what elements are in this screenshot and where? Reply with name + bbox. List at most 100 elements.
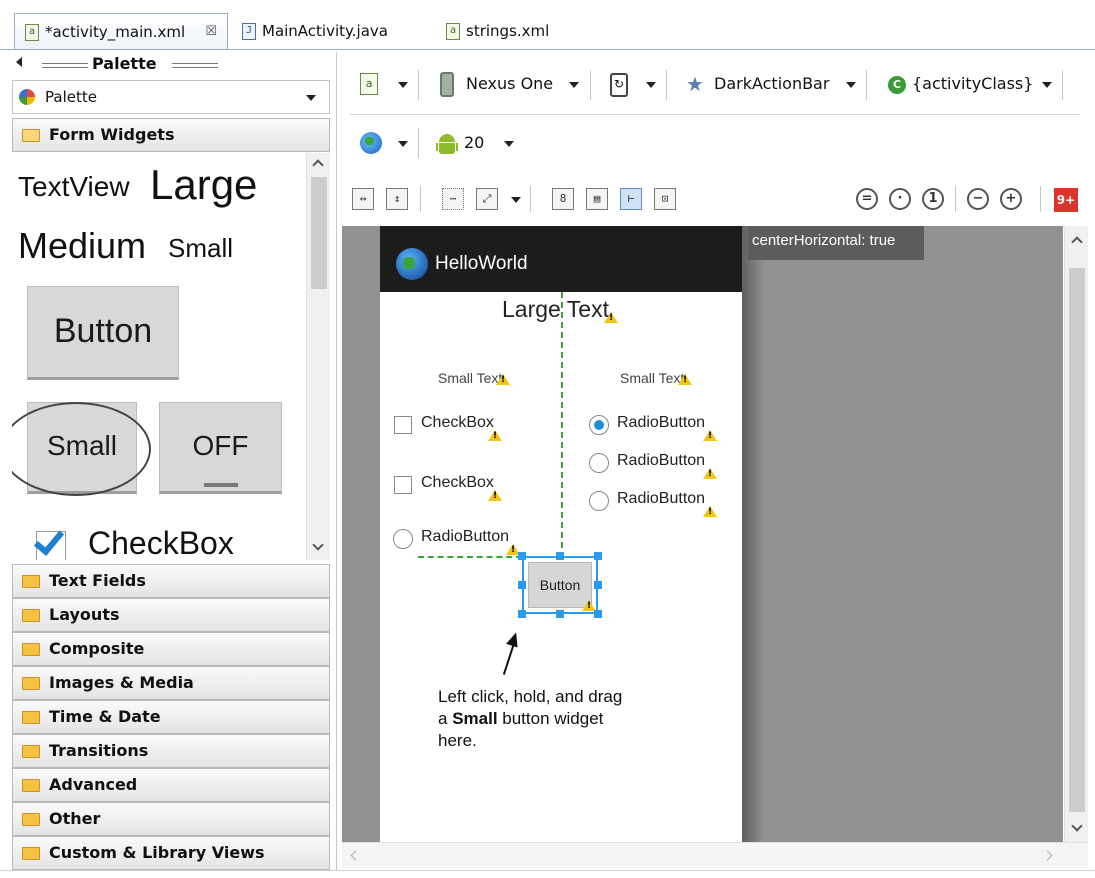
radio-icon[interactable] — [589, 453, 609, 473]
align-left-icon[interactable]: ⊢ — [620, 188, 642, 210]
zoom-real-size-icon[interactable]: · — [889, 188, 911, 210]
canvas-vertical-scrollbar[interactable] — [1064, 226, 1088, 842]
notification-badge[interactable]: 9+ — [1054, 188, 1078, 212]
drag-handle-icon[interactable] — [172, 63, 218, 68]
tab-strings-xml[interactable]: a strings.xml — [436, 13, 549, 49]
preview-checkbox-2[interactable]: CheckBox — [421, 474, 494, 492]
folder-icon — [22, 609, 40, 622]
zoom-out-icon[interactable]: − — [967, 188, 989, 210]
preview-checkbox-icon[interactable] — [394, 416, 412, 434]
zoom-fit-icon[interactable]: = — [856, 188, 878, 210]
category-advanced[interactable]: Advanced — [12, 768, 330, 802]
chevron-down-icon[interactable] — [646, 82, 656, 88]
category-other[interactable]: Other — [12, 802, 330, 836]
api-level-select[interactable]: 20 — [464, 132, 484, 154]
scroll-left-icon[interactable] — [350, 850, 361, 861]
palette-mode-select[interactable]: Palette — [12, 80, 330, 114]
scrollbar-thumb[interactable] — [1069, 268, 1085, 812]
category-time-date[interactable]: Time & Date — [12, 700, 330, 734]
chevron-down-icon[interactable] — [846, 82, 856, 88]
radio-selected-icon[interactable] — [589, 415, 609, 435]
show-bounds-icon[interactable]: ⋯ — [442, 188, 464, 210]
canvas-horizontal-scrollbar[interactable] — [342, 842, 1088, 868]
fit-height-icon[interactable]: ↕ — [386, 188, 408, 210]
tab-main-activity-java[interactable]: J MainActivity.java — [232, 13, 388, 49]
checkbox-checked-icon[interactable] — [33, 524, 66, 560]
preview-large-text[interactable]: Large Text — [502, 296, 609, 323]
scroll-up-icon[interactable] — [312, 159, 324, 171]
category-form-widgets[interactable]: Form Widgets — [12, 118, 330, 152]
chevron-down-icon[interactable] — [306, 95, 316, 101]
folder-icon — [22, 745, 40, 758]
preview-checkbox-1[interactable]: CheckBox — [421, 414, 494, 432]
toolbar-separator — [418, 70, 419, 100]
close-tab-icon[interactable]: ☒ — [205, 14, 217, 50]
drag-handle-icon[interactable] — [42, 63, 88, 68]
widget-small-text[interactable]: Small — [168, 233, 233, 264]
radio-icon[interactable] — [393, 529, 413, 549]
chevron-down-icon[interactable] — [511, 197, 521, 203]
tab-activity-main-xml[interactable]: a *activity_main.xml ☒ — [14, 13, 228, 49]
scroll-right-icon[interactable] — [1042, 850, 1053, 861]
margins-icon[interactable]: 8 — [552, 188, 574, 210]
preview-small-text-left[interactable]: Small Text — [438, 370, 502, 386]
widget-large-text[interactable]: Large — [150, 161, 257, 209]
scrollbar-thumb[interactable] — [311, 177, 327, 289]
preview-radio-2[interactable]: RadioButton — [617, 452, 705, 470]
resize-handle[interactable] — [556, 610, 564, 618]
resize-icon[interactable]: ⤢ — [476, 188, 498, 210]
category-text-fields[interactable]: Text Fields — [12, 564, 330, 598]
resize-handle[interactable] — [556, 552, 564, 560]
palette-scrollbar[interactable] — [306, 153, 330, 560]
toolbar-separator — [530, 186, 531, 212]
category-layouts[interactable]: Layouts — [12, 598, 330, 632]
zoom-in-icon[interactable]: + — [1000, 188, 1022, 210]
resize-handle[interactable] — [518, 581, 526, 589]
activity-select[interactable]: {activityClass} — [912, 73, 1033, 95]
device-select[interactable]: Nexus One — [466, 73, 553, 95]
resize-handle[interactable] — [518, 610, 526, 618]
widget-textview[interactable]: TextView — [18, 171, 130, 203]
resize-handle[interactable] — [518, 552, 526, 560]
palette-icon — [19, 89, 35, 105]
category-label: Text Fields — [49, 571, 146, 590]
annotation-line-1: Left click, hold, and drag — [438, 687, 623, 706]
fit-width-icon[interactable]: ↔ — [352, 188, 374, 210]
scroll-up-icon[interactable] — [1071, 236, 1083, 248]
preview-checkbox-icon[interactable] — [394, 476, 412, 494]
radio-icon[interactable] — [589, 491, 609, 511]
chevron-down-icon[interactable] — [398, 141, 408, 147]
preview-radio-1[interactable]: RadioButton — [617, 414, 705, 432]
chevron-down-icon[interactable] — [569, 82, 579, 88]
baseline-icon[interactable]: ▤ — [586, 188, 608, 210]
status-bar — [380, 226, 742, 236]
theme-select[interactable]: DarkActionBar — [714, 73, 829, 95]
scroll-down-icon[interactable] — [312, 539, 324, 551]
preview-radio-left[interactable]: RadioButton — [421, 528, 509, 546]
category-transitions[interactable]: Transitions — [12, 734, 330, 768]
preview-small-text-right[interactable]: Small Text — [620, 370, 684, 386]
scroll-down-icon[interactable] — [1071, 820, 1083, 832]
zoom-100-icon[interactable]: 1 — [922, 188, 944, 210]
preview-radio-3[interactable]: RadioButton — [617, 490, 705, 508]
layout-file-icon[interactable]: a — [360, 73, 378, 95]
chevron-down-icon[interactable] — [1042, 82, 1052, 88]
chevron-down-icon[interactable] — [398, 82, 408, 88]
category-composite[interactable]: Composite — [12, 632, 330, 666]
rotate-orientation-icon[interactable]: ↻ — [610, 73, 628, 97]
category-custom-library-views[interactable]: Custom & Library Views — [12, 836, 330, 870]
widget-medium-text[interactable]: Medium — [18, 225, 146, 267]
resize-handle[interactable] — [594, 610, 602, 618]
locale-globe-icon[interactable] — [360, 132, 382, 154]
resize-handle[interactable] — [594, 581, 602, 589]
category-images-media[interactable]: Images & Media — [12, 666, 330, 700]
widget-button[interactable]: Button — [27, 286, 179, 380]
chevron-down-icon[interactable] — [504, 141, 514, 147]
widget-toggle-button[interactable]: OFF — [159, 402, 282, 494]
checkmark-icon — [33, 524, 65, 556]
app-title: HelloWorld — [435, 253, 528, 274]
collapse-left-icon[interactable] — [16, 57, 22, 67]
align-center-icon[interactable]: ⊡ — [654, 188, 676, 210]
resize-handle[interactable] — [594, 552, 602, 560]
widget-checkbox[interactable]: CheckBox — [88, 525, 234, 560]
